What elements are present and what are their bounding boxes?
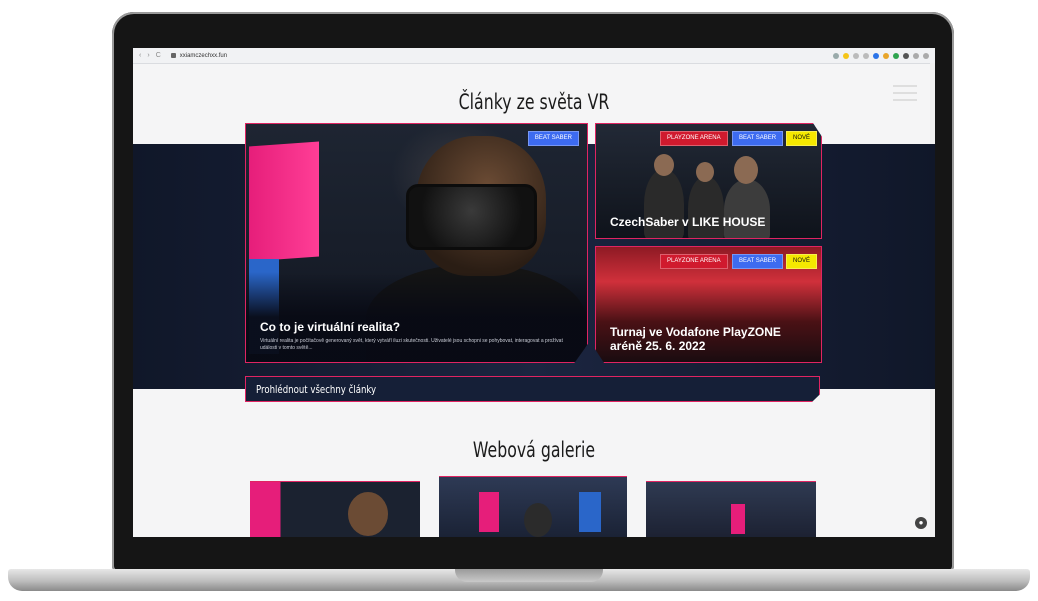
tag-beat-saber[interactable]: BEAT SABER <box>732 131 784 146</box>
lock-icon <box>170 53 176 58</box>
vr-headset-image <box>406 184 537 250</box>
article-card-top[interactable]: PLAYZONE ARENA BEAT SABER NOVÉ CzechSabe… <box>595 123 822 239</box>
extension-icon[interactable] <box>903 52 909 59</box>
extension-icon[interactable] <box>843 52 849 59</box>
tag-playzone-arena[interactable]: PLAYZONE ARENA <box>660 131 728 146</box>
view-all-label: Prohlédnout všechny články <box>256 383 377 396</box>
article-title[interactable]: Turnaj ve Vodafone PlayZONE aréně 25. 6.… <box>610 325 810 353</box>
extension-icon[interactable] <box>913 52 919 59</box>
tag-new[interactable]: NOVÉ <box>786 254 818 269</box>
extension-icon[interactable] <box>923 52 929 59</box>
hamburger-menu-icon[interactable] <box>893 80 917 106</box>
article-excerpt: Virtuální realita je počítačově generova… <box>260 338 563 351</box>
extension-icon[interactable] <box>833 52 839 59</box>
tag-new[interactable]: NOVÉ <box>786 131 818 146</box>
laptop-notch <box>455 569 603 582</box>
article-card-main[interactable]: BEAT SABER Co to je virtuální realita? V… <box>245 123 588 363</box>
gallery-image[interactable] <box>439 476 627 537</box>
articles-section-title: Články ze světa VR <box>458 90 610 114</box>
laptop-screen: ‹ › C xxiamczechxx.fun Články ze světa V… <box>133 48 935 537</box>
tag-beat-saber[interactable]: BEAT SABER <box>527 131 579 146</box>
extension-icon[interactable] <box>863 52 869 59</box>
forward-icon[interactable]: › <box>147 52 149 59</box>
url-text: xxiamczechxx.fun <box>179 52 228 59</box>
address-bar[interactable]: xxiamczechxx.fun <box>170 52 228 59</box>
back-icon[interactable]: ‹ <box>139 52 141 59</box>
view-all-articles-button[interactable]: Prohlédnout všechny články <box>245 376 820 402</box>
browser-nav: ‹ › C <box>133 52 161 59</box>
reload-icon[interactable]: C <box>156 52 161 59</box>
tag-playzone-arena[interactable]: PLAYZONE ARENA <box>660 254 728 269</box>
extension-icon[interactable] <box>883 52 889 59</box>
extension-icon[interactable] <box>873 52 879 59</box>
gallery-image[interactable] <box>250 481 420 537</box>
extension-icon[interactable] <box>853 52 859 59</box>
article-card-bottom[interactable]: PLAYZONE ARENA BEAT SABER NOVÉ Turnaj ve… <box>595 246 822 363</box>
chat-icon[interactable]: ● <box>915 517 927 529</box>
gallery-section-title: Webová galerie <box>472 438 596 462</box>
article-title[interactable]: Co to je virtuální realita? <box>260 320 400 334</box>
gallery-image[interactable] <box>646 481 816 537</box>
browser-toolbar: ‹ › C xxiamczechxx.fun <box>133 48 935 64</box>
extensions-bar <box>833 52 935 59</box>
extension-icon[interactable] <box>893 52 899 59</box>
article-title[interactable]: CzechSaber v LIKE HOUSE <box>610 215 765 229</box>
tag-beat-saber[interactable]: BEAT SABER <box>732 254 784 269</box>
